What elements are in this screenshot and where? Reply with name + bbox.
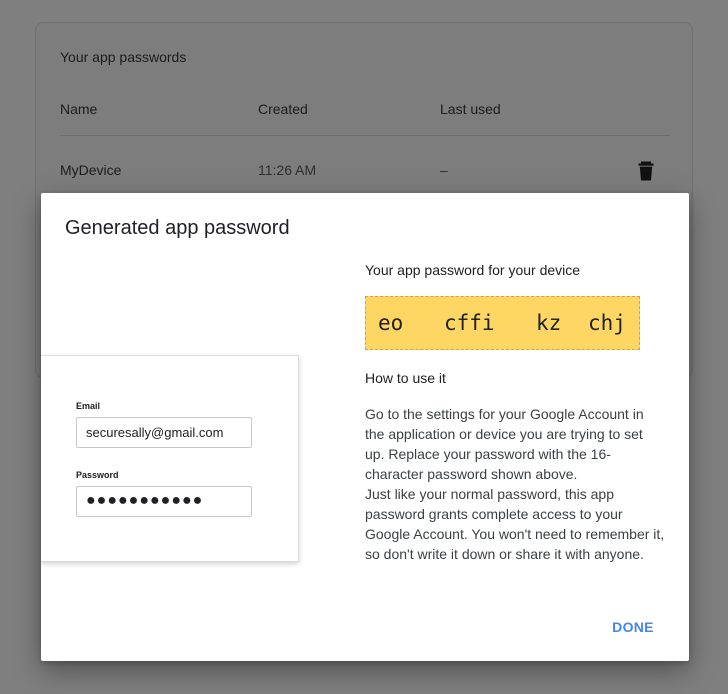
column-header-created: Created: [258, 101, 308, 117]
password-heading: Your app password for your device: [365, 262, 581, 278]
dialog-title: Generated app password: [65, 217, 290, 239]
howto-paragraph: Just like your normal password, this app…: [365, 486, 665, 562]
password-group-2: cffi: [444, 311, 495, 335]
illustration-password-label: Password: [76, 470, 119, 480]
password-group-4: chj: [588, 311, 626, 335]
password-group-1: eo: [378, 311, 404, 335]
howto-paragraph: Go to the settings for your Google Accou…: [365, 406, 644, 482]
password-group-3: kz: [536, 311, 562, 335]
done-button[interactable]: DONE: [601, 613, 665, 641]
device-name-cell: MyDevice: [60, 162, 122, 178]
trash-icon[interactable]: [638, 161, 654, 181]
last-used-cell: –: [440, 162, 448, 178]
howto-instructions: Go to the settings for your Google Accou…: [365, 404, 665, 564]
app-password-box: eo cffi kz chj: [365, 296, 640, 350]
column-header-last-used: Last used: [440, 101, 501, 117]
illustration-email-field: securesally@gmail.com: [76, 417, 252, 448]
created-cell: 11:26 AM: [258, 162, 317, 178]
illustration-email-label: Email: [76, 401, 101, 411]
signin-illustration: Email securesally@gmail.com Password ●●●…: [41, 355, 299, 562]
illustration-password-field: ●●●●●●●●●●●: [76, 486, 252, 517]
table-divider: [60, 135, 670, 136]
generated-password-dialog: Generated app password Email securesally…: [41, 193, 689, 661]
column-header-name: Name: [60, 101, 98, 117]
howto-heading: How to use it: [365, 370, 446, 386]
app-passwords-title: Your app passwords: [60, 49, 187, 65]
